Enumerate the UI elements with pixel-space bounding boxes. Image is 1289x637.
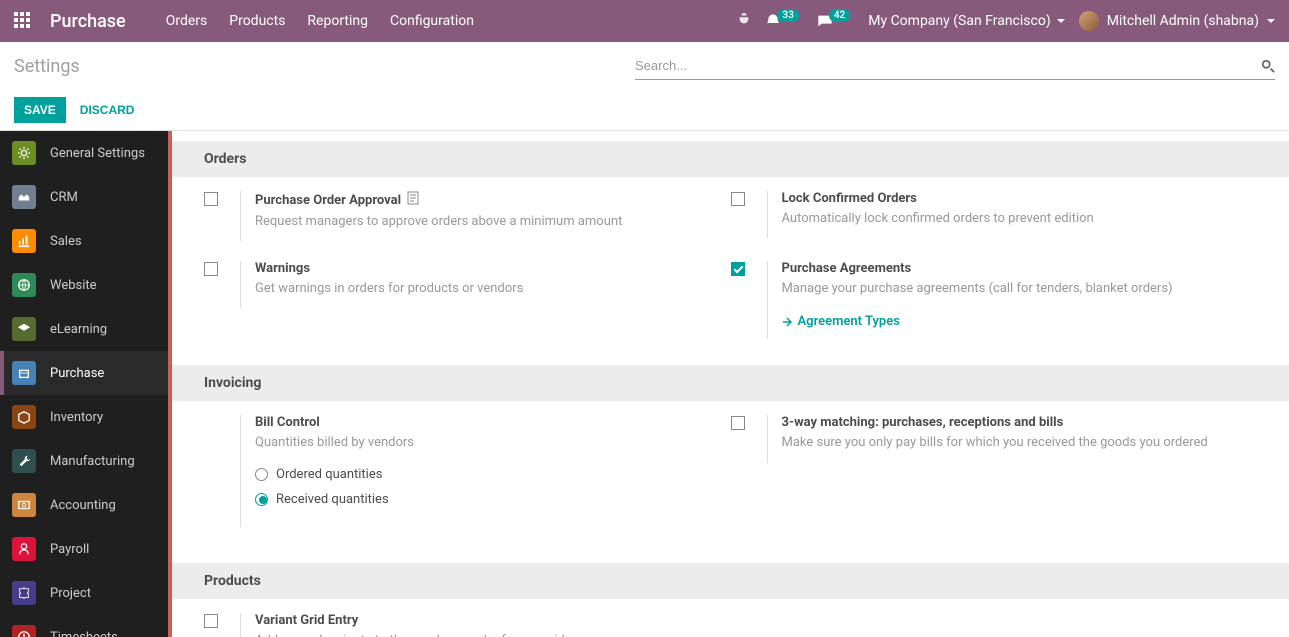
checkbox-agreements[interactable]: [731, 262, 745, 276]
puzzle-icon: [12, 581, 36, 605]
sidebar-item-label: Website: [50, 278, 97, 293]
sidebar-item-label: eLearning: [50, 322, 107, 337]
sidebar-item-crm[interactable]: CRM: [0, 175, 168, 219]
section-header-invoicing: Invoicing: [172, 365, 1289, 401]
sidebar-item-website[interactable]: Website: [0, 263, 168, 307]
sidebar-item-label: Accounting: [50, 498, 116, 513]
sidebar-item-purchase[interactable]: Purchase: [0, 351, 168, 395]
messages-button[interactable]: 42: [817, 13, 854, 29]
app-name: Purchase: [50, 11, 126, 32]
graduation-icon: [12, 317, 36, 341]
nav-configuration[interactable]: Configuration: [390, 13, 474, 29]
box-icon: [12, 405, 36, 429]
payroll-icon: [12, 537, 36, 561]
handshake-icon: [12, 185, 36, 209]
bug-icon[interactable]: [737, 12, 751, 30]
sidebar-item-elearning[interactable]: eLearning: [0, 307, 168, 351]
company-name: My Company (San Francisco): [868, 13, 1050, 29]
setting-title: Purchase Agreements: [782, 261, 912, 276]
control-bar: Settings SAVE DISCARD: [0, 42, 1289, 131]
sidebar-item-label: Purchase: [50, 366, 104, 381]
discard-button[interactable]: DISCARD: [80, 103, 135, 117]
company-selector[interactable]: My Company (San Francisco): [868, 13, 1064, 29]
sidebar-item-project[interactable]: Project: [0, 571, 168, 615]
checkbox-lock-orders[interactable]: [731, 192, 745, 206]
checkbox-3way[interactable]: [731, 416, 745, 430]
sidebar-item-inventory[interactable]: Inventory: [0, 395, 168, 439]
sidebar-item-label: Inventory: [50, 410, 103, 425]
sidebar-item-label: CRM: [50, 190, 78, 205]
sidebar-item-payroll[interactable]: Payroll: [0, 527, 168, 571]
notif-badge: 33: [777, 9, 798, 22]
sidebar-item-timesheets[interactable]: Timesheets: [0, 615, 168, 637]
search-input[interactable]: [635, 58, 1261, 73]
apps-launcher-icon[interactable]: [14, 12, 32, 30]
radio-received-qty[interactable]: Received quantities: [255, 492, 731, 507]
document-icon: [407, 191, 419, 209]
save-button[interactable]: SAVE: [14, 97, 66, 123]
nav-orders[interactable]: Orders: [166, 13, 208, 29]
setting-desc: Quantities billed by vendors: [255, 434, 731, 452]
checkbox-po-approval[interactable]: [204, 192, 218, 206]
checkbox-variant-grid[interactable]: [204, 614, 218, 628]
sidebar-item-sales[interactable]: Sales: [0, 219, 168, 263]
section-header-products: Products: [172, 563, 1289, 599]
setting-title: Variant Grid Entry: [255, 613, 358, 628]
sidebar-item-manufacturing[interactable]: Manufacturing: [0, 439, 168, 483]
settings-sidebar: General Settings CRM Sales Website eLear…: [0, 131, 168, 637]
sidebar-item-label: Manufacturing: [50, 454, 135, 469]
nav-reporting[interactable]: Reporting: [307, 13, 368, 29]
chart-icon: [12, 229, 36, 253]
setting-title: Bill Control: [255, 415, 320, 430]
nav-products[interactable]: Products: [229, 13, 285, 29]
settings-content: Orders Purchase Order Approval Request m…: [168, 131, 1289, 637]
sidebar-item-label: Sales: [50, 234, 82, 249]
checkbox-warnings[interactable]: [204, 262, 218, 276]
radio-ordered-qty[interactable]: Ordered quantities: [255, 467, 731, 482]
notifications-button[interactable]: 33: [765, 13, 802, 29]
setting-desc: Add several variants to the purchase ord…: [255, 632, 731, 637]
sidebar-item-label: Payroll: [50, 542, 89, 557]
money-icon: [12, 493, 36, 517]
sidebar-item-general[interactable]: General Settings: [0, 131, 168, 175]
globe-icon: [12, 273, 36, 297]
setting-desc: Get warnings in orders for products or v…: [255, 280, 731, 298]
cart-icon: [12, 361, 36, 385]
radio-icon: [255, 493, 268, 506]
search-icon[interactable]: [1261, 59, 1275, 73]
top-header: Purchase Orders Products Reporting Confi…: [0, 0, 1289, 42]
user-name: Mitchell Admin (shabna): [1107, 13, 1259, 29]
gear-icon: [12, 141, 36, 165]
chevron-down-icon: [1057, 19, 1065, 23]
setting-title: 3-way matching: purchases, receptions an…: [782, 415, 1064, 430]
agreement-types-link[interactable]: Agreement Types: [782, 314, 1258, 329]
setting-title: Lock Confirmed Orders: [782, 191, 917, 206]
search-wrap: [635, 52, 1275, 80]
page-title: Settings: [14, 56, 80, 77]
setting-desc: Request managers to approve orders above…: [255, 213, 731, 231]
chevron-down-icon: [1267, 19, 1275, 23]
wrench-icon: [12, 449, 36, 473]
user-menu[interactable]: Mitchell Admin (shabna): [1079, 11, 1275, 31]
section-header-orders: Orders: [172, 141, 1289, 177]
setting-title: Purchase Order Approval: [255, 193, 401, 208]
arrow-right-icon: [782, 317, 792, 327]
setting-title: Warnings: [255, 261, 310, 276]
setting-desc: Automatically lock confirmed orders to p…: [782, 210, 1258, 228]
avatar: [1079, 11, 1099, 31]
clock-icon: [12, 625, 36, 637]
sidebar-item-accounting[interactable]: Accounting: [0, 483, 168, 527]
setting-desc: Manage your purchase agreements (call fo…: [782, 280, 1258, 298]
sidebar-item-label: Project: [50, 586, 91, 601]
chat-badge: 42: [829, 9, 850, 22]
sidebar-item-label: General Settings: [50, 146, 145, 161]
radio-icon: [255, 468, 268, 481]
nav-menu: Orders Products Reporting Configuration: [166, 13, 474, 29]
setting-desc: Make sure you only pay bills for which y…: [782, 434, 1258, 452]
